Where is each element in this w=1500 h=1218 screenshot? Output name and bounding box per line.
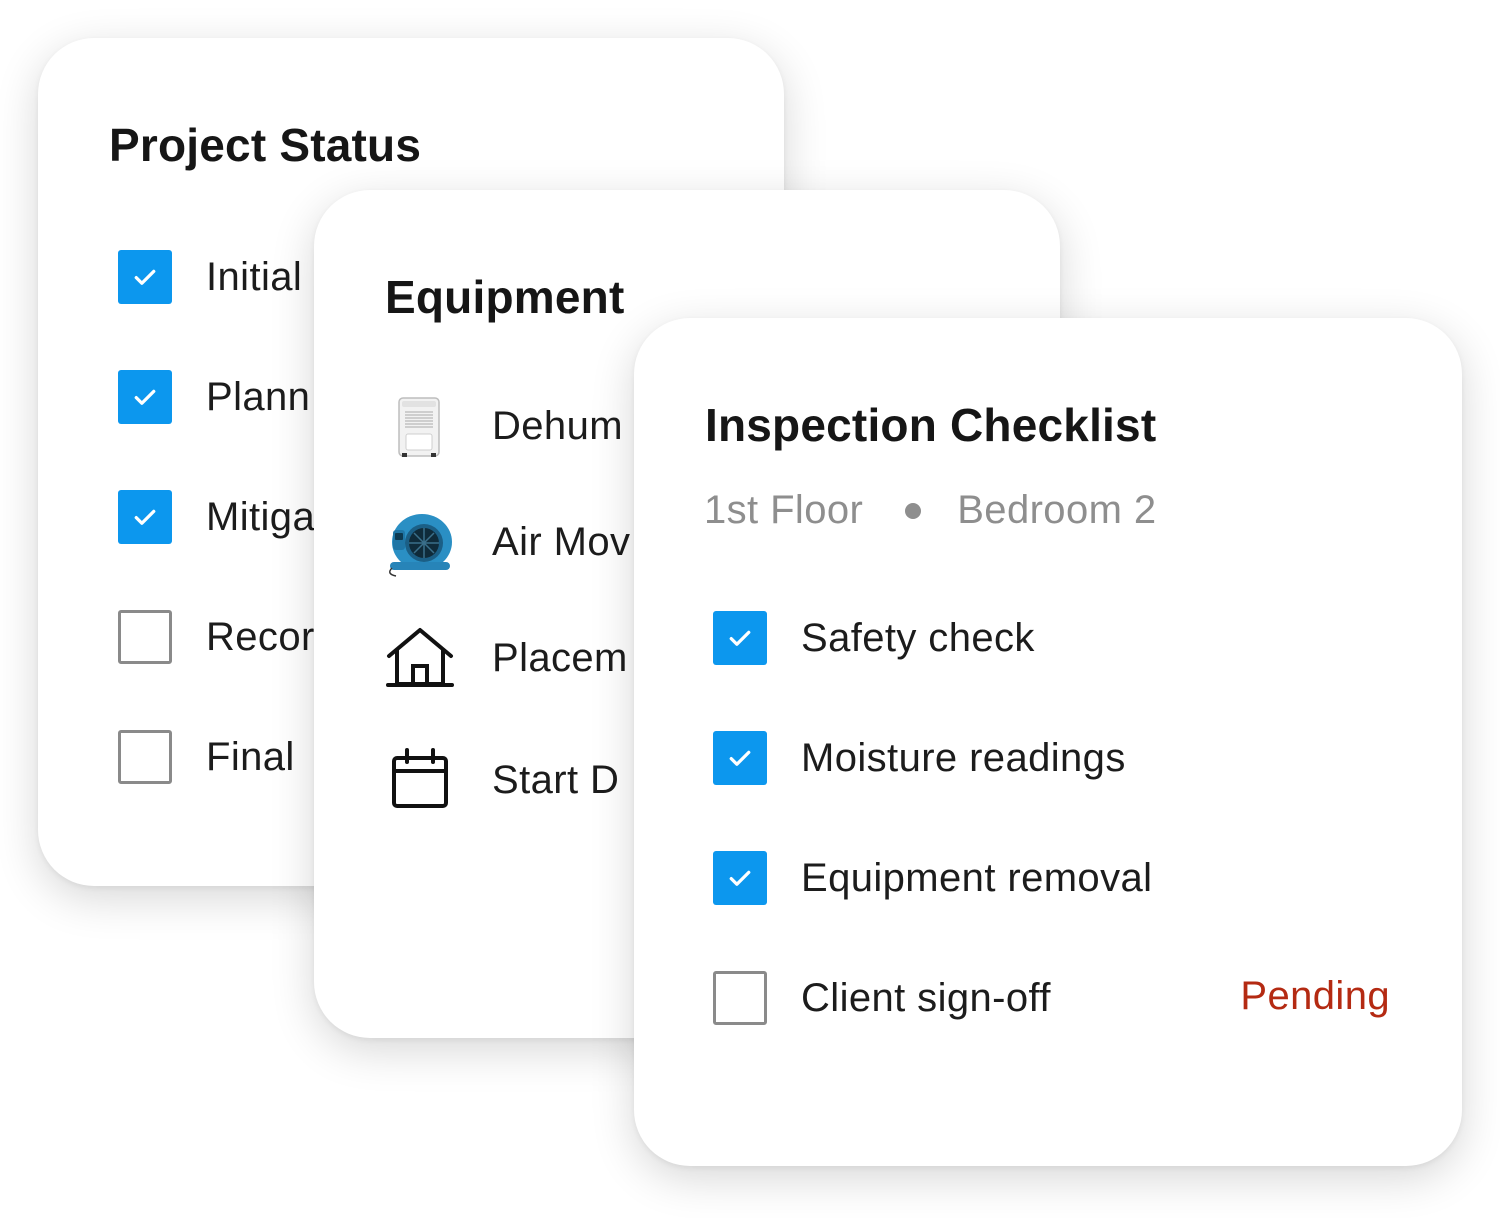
house-icon — [384, 622, 456, 694]
equipment-item-label: Start D — [492, 757, 620, 802]
checkbox-unchecked-icon[interactable] — [713, 971, 767, 1025]
checkbox-checked-icon[interactable] — [118, 250, 172, 304]
equipment-item-air-mover[interactable]: Air Mov — [384, 506, 630, 578]
inspection-item-client-sign-off[interactable]: Client sign-off — [713, 971, 1051, 1025]
status-item-final[interactable]: Final — [118, 730, 295, 784]
pending-status-label: Pending — [1240, 974, 1390, 1018]
equipment-title: Equipment — [385, 271, 625, 323]
status-item-label: Initial — [206, 254, 303, 299]
project-status-title: Project Status — [109, 119, 422, 171]
inspection-item-safety-check[interactable]: Safety check — [713, 611, 1035, 665]
equipment-item-dehumidifier[interactable]: Dehum — [384, 390, 623, 462]
inspection-item-label: Safety check — [801, 615, 1035, 660]
checkbox-checked-icon[interactable] — [713, 851, 767, 905]
equipment-item-label: Dehum — [492, 403, 623, 448]
status-item-initial[interactable]: Initial — [118, 250, 302, 304]
checkbox-unchecked-icon[interactable] — [118, 610, 172, 664]
status-item-label: Recor — [206, 614, 315, 659]
breadcrumb-room: Bedroom 2 — [957, 488, 1157, 532]
status-item-label: Mitiga — [206, 494, 316, 539]
calendar-icon — [384, 744, 456, 816]
location-breadcrumb: 1st Floor Bedroom 2 — [704, 488, 1156, 533]
breadcrumb-floor: 1st Floor — [704, 488, 864, 532]
stage: Project Status Initial Plann Mitiga Reco… — [0, 0, 1500, 1218]
inspection-checklist-title: Inspection Checklist — [705, 399, 1157, 451]
status-item-reconstruction[interactable]: Recor — [118, 610, 315, 664]
checkbox-unchecked-icon[interactable] — [118, 730, 172, 784]
inspection-item-label: Moisture readings — [801, 735, 1126, 780]
inspection-item-moisture-readings[interactable]: Moisture readings — [713, 731, 1126, 785]
inspection-item-label: Equipment removal — [801, 855, 1153, 900]
equipment-item-label: Placem — [492, 635, 628, 680]
checkbox-checked-icon[interactable] — [118, 490, 172, 544]
status-item-mitigation[interactable]: Mitiga — [118, 490, 315, 544]
checkbox-checked-icon[interactable] — [713, 611, 767, 665]
air-mover-icon — [384, 506, 456, 578]
checkbox-checked-icon[interactable] — [713, 731, 767, 785]
inspection-checklist-card: Inspection Checklist 1st Floor Bedroom 2… — [634, 318, 1462, 1166]
equipment-item-label: Air Mov — [492, 519, 631, 564]
checkbox-checked-icon[interactable] — [118, 370, 172, 424]
equipment-item-placement[interactable]: Placem — [384, 622, 628, 694]
dehumidifier-icon — [384, 390, 456, 462]
inspection-item-equipment-removal[interactable]: Equipment removal — [713, 851, 1152, 905]
status-item-planning[interactable]: Plann — [118, 370, 310, 424]
breadcrumb-separator-dot — [905, 502, 922, 519]
inspection-item-label: Client sign-off — [801, 975, 1051, 1020]
equipment-item-start-date[interactable]: Start D — [384, 744, 619, 816]
status-item-label: Final — [206, 734, 295, 779]
status-item-label: Plann — [206, 374, 311, 419]
